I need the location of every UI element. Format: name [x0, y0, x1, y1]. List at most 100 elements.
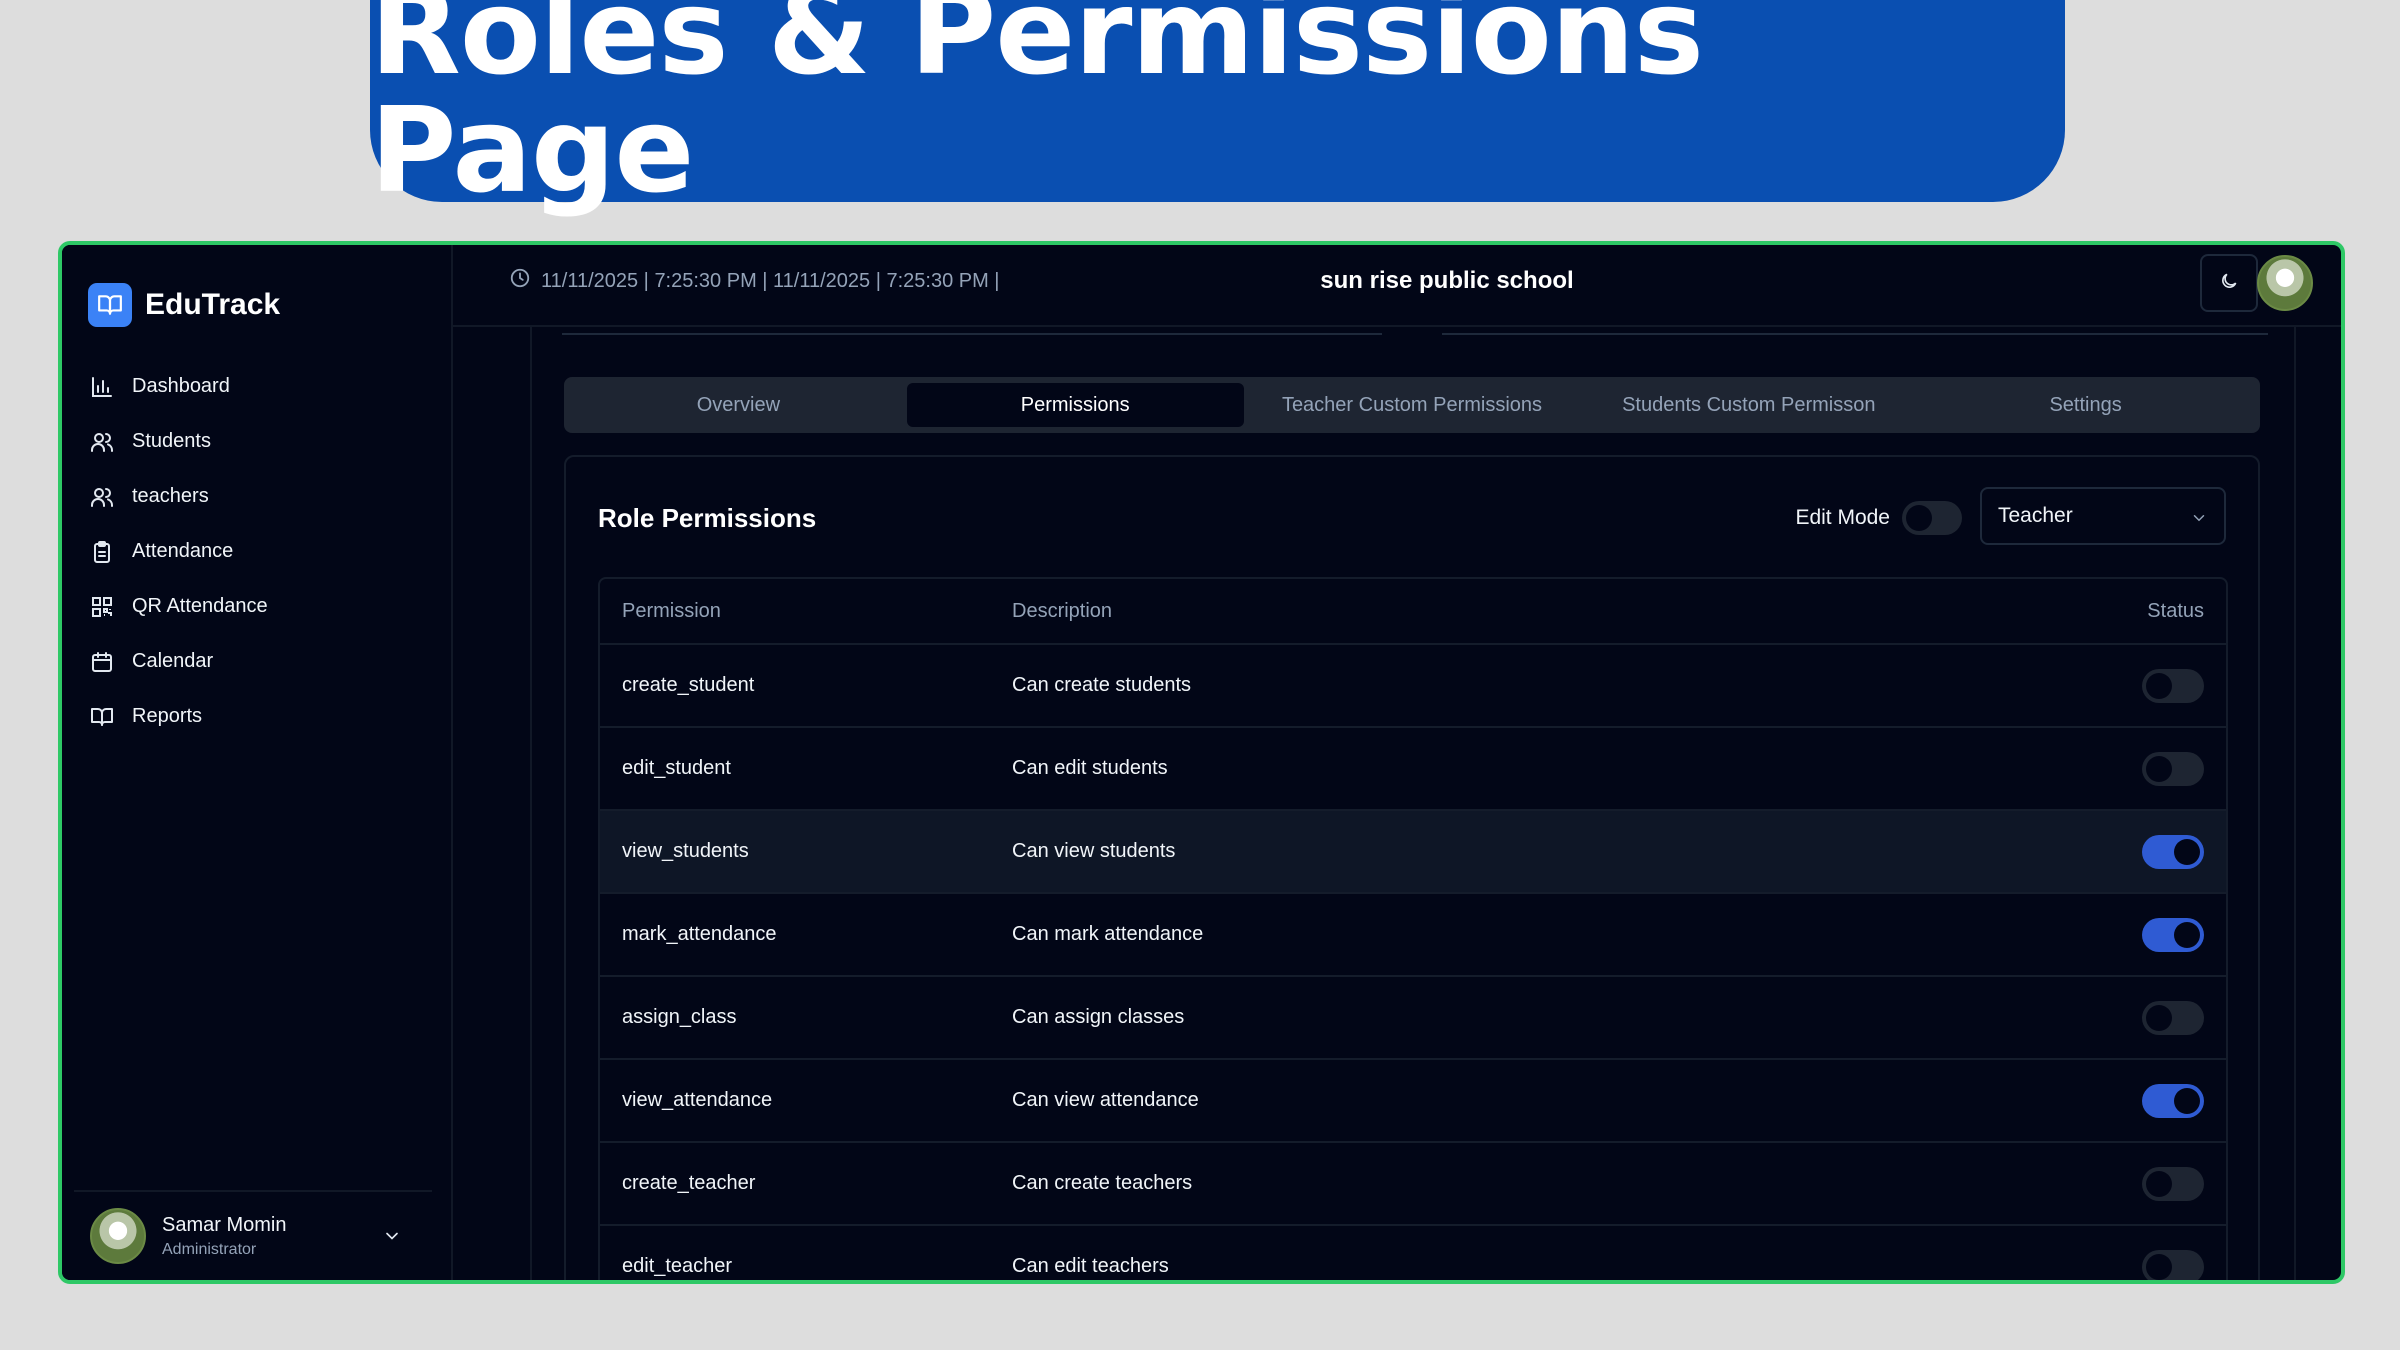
user-menu[interactable]: Samar Momin Administrator — [74, 1190, 432, 1280]
sidebar-item-students[interactable]: Students — [88, 414, 428, 469]
table-row: view_students Can view students — [600, 811, 2226, 894]
edit-mode-toggle[interactable] — [1902, 501, 1962, 535]
permission-key: create_student — [622, 674, 755, 696]
permission-key: create_teacher — [622, 1172, 756, 1194]
status-cell — [2106, 1000, 2226, 1035]
permission-status-toggle[interactable] — [2142, 1083, 2204, 1118]
book-open-icon — [88, 283, 132, 327]
sidebar-item-label: Attendance — [132, 540, 234, 562]
sidebar-item-label: teachers — [132, 485, 209, 507]
tab-settings[interactable]: Settings — [1917, 383, 2254, 427]
status-cell — [2106, 1166, 2226, 1201]
bar-chart-icon — [88, 373, 116, 401]
permission-status-toggle[interactable] — [2142, 834, 2204, 869]
book-open-icon — [88, 703, 116, 731]
permission-description: Can edit teachers — [1012, 1255, 1169, 1277]
permission-key: edit_student — [622, 757, 731, 779]
role-select-value: Teacher — [1998, 504, 2073, 527]
table-row: view_attendance Can view attendance — [600, 1060, 2226, 1143]
sidebar-item-attendance[interactable]: Attendance — [88, 524, 428, 579]
sidebar-item-dashboard[interactable]: Dashboard — [88, 359, 428, 414]
panel-title: Role Permissions — [598, 503, 817, 533]
sidebar-item-qr-attendance[interactable]: QR Attendance — [88, 579, 428, 634]
sidebar-item-label: Dashboard — [132, 375, 230, 397]
table-row: mark_attendance Can mark attendance — [600, 894, 2226, 977]
permission-description: Can create teachers — [1012, 1172, 1193, 1194]
permission-status-toggle[interactable] — [2142, 917, 2204, 952]
sidebar-item-label: QR Attendance — [132, 595, 268, 617]
edit-mode-control: Edit Mode — [1795, 501, 1962, 535]
page-banner: Roles & Permissions Page — [370, 0, 2065, 209]
sidebar-item-label: Students — [132, 430, 211, 452]
main-content: Overview Permissions Teacher Custom Perm… — [530, 327, 2296, 1280]
permission-status-toggle[interactable] — [2142, 1000, 2204, 1035]
role-select[interactable]: Teacher — [1980, 487, 2226, 545]
permissions-table: Permission Description Status create_stu… — [598, 577, 2228, 1280]
permission-description: Can edit students — [1012, 757, 1168, 779]
tab-students-custom-permission[interactable]: Students Custom Permisson — [1580, 383, 1917, 427]
permission-status-toggle[interactable] — [2142, 751, 2204, 786]
table-row: create_student Can create students — [600, 645, 2226, 728]
sidebar-item-label: Calendar — [132, 650, 214, 672]
user-name: Samar Momin — [162, 1213, 287, 1236]
permission-status-toggle[interactable] — [2142, 1166, 2204, 1201]
permission-description: Can create students — [1012, 674, 1191, 696]
chevron-down-icon — [2190, 509, 2208, 533]
chevron-down-icon[interactable] — [382, 1226, 402, 1251]
tab-overview[interactable]: Overview — [570, 383, 907, 427]
permission-key: edit_teacher — [622, 1255, 733, 1277]
status-cell — [2106, 751, 2226, 786]
moon-icon — [2219, 271, 2239, 296]
column-header-permission: Permission — [622, 599, 721, 622]
banner-title: Roles & Permissions Page — [370, 0, 1704, 219]
permission-description: Can view attendance — [1012, 1089, 1199, 1111]
status-cell — [2106, 834, 2226, 869]
sidebar-item-calendar[interactable]: Calendar — [88, 634, 428, 689]
avatar — [90, 1208, 146, 1264]
status-cell — [2106, 917, 2226, 952]
card-edges — [562, 327, 2268, 337]
users-icon — [88, 428, 116, 456]
permission-status-toggle[interactable] — [2142, 1249, 2204, 1280]
sidebar-item-teachers[interactable]: teachers — [88, 469, 428, 524]
table-row: assign_class Can assign classes — [600, 977, 2226, 1060]
table-row: edit_student Can edit students — [600, 728, 2226, 811]
status-cell — [2106, 668, 2226, 703]
theme-toggle-button[interactable] — [2200, 254, 2258, 312]
edit-mode-label: Edit Mode — [1795, 506, 1890, 529]
tab-permissions[interactable]: Permissions — [906, 383, 1244, 427]
permission-description: Can view students — [1012, 840, 1176, 862]
tab-bar: Overview Permissions Teacher Custom Perm… — [564, 377, 2260, 433]
permission-description: Can mark attendance — [1012, 923, 1204, 945]
permission-description: Can assign classes — [1012, 1006, 1185, 1028]
table-header: Permission Description Status — [600, 579, 2226, 645]
column-header-status: Status — [2147, 599, 2204, 622]
qr-code-icon — [88, 593, 116, 621]
topbar: 11/11/2025 | 7:25:30 PM | 11/11/2025 | 7… — [453, 245, 2341, 327]
calendar-icon — [88, 648, 116, 676]
users-icon — [88, 483, 116, 511]
sidebar: EduTrack Dashboard Students teachers Att… — [62, 245, 453, 1280]
permission-key: assign_class — [622, 1006, 737, 1028]
permission-key: view_attendance — [622, 1089, 773, 1111]
permission-key: view_students — [622, 840, 749, 862]
table-body: create_student Can create students edit_st… — [600, 645, 2226, 1280]
status-cell — [2106, 1249, 2226, 1280]
user-role: Administrator — [162, 1240, 257, 1258]
sidebar-nav: Dashboard Students teachers Attendance Q… — [88, 359, 428, 744]
school-name: sun rise public school — [1320, 267, 1574, 294]
profile-avatar[interactable] — [2257, 255, 2313, 311]
permission-status-toggle[interactable] — [2142, 668, 2204, 703]
clipboard-icon — [88, 538, 116, 566]
role-permissions-panel: Role Permissions Edit Mode Teacher Permi… — [564, 455, 2260, 1280]
sidebar-item-label: Reports — [132, 705, 203, 727]
column-header-description: Description — [1012, 599, 1113, 622]
user-info: Samar Momin Administrator — [162, 1214, 286, 1259]
brand[interactable]: EduTrack — [88, 283, 280, 327]
table-row: create_teacher Can create teachers — [600, 1143, 2226, 1226]
tab-teacher-custom-permissions[interactable]: Teacher Custom Permissions — [1244, 383, 1581, 427]
table-row: edit_teacher Can edit teachers — [600, 1226, 2226, 1280]
status-cell — [2106, 1083, 2226, 1118]
permission-key: mark_attendance — [622, 923, 777, 945]
sidebar-item-reports[interactable]: Reports — [88, 689, 428, 744]
